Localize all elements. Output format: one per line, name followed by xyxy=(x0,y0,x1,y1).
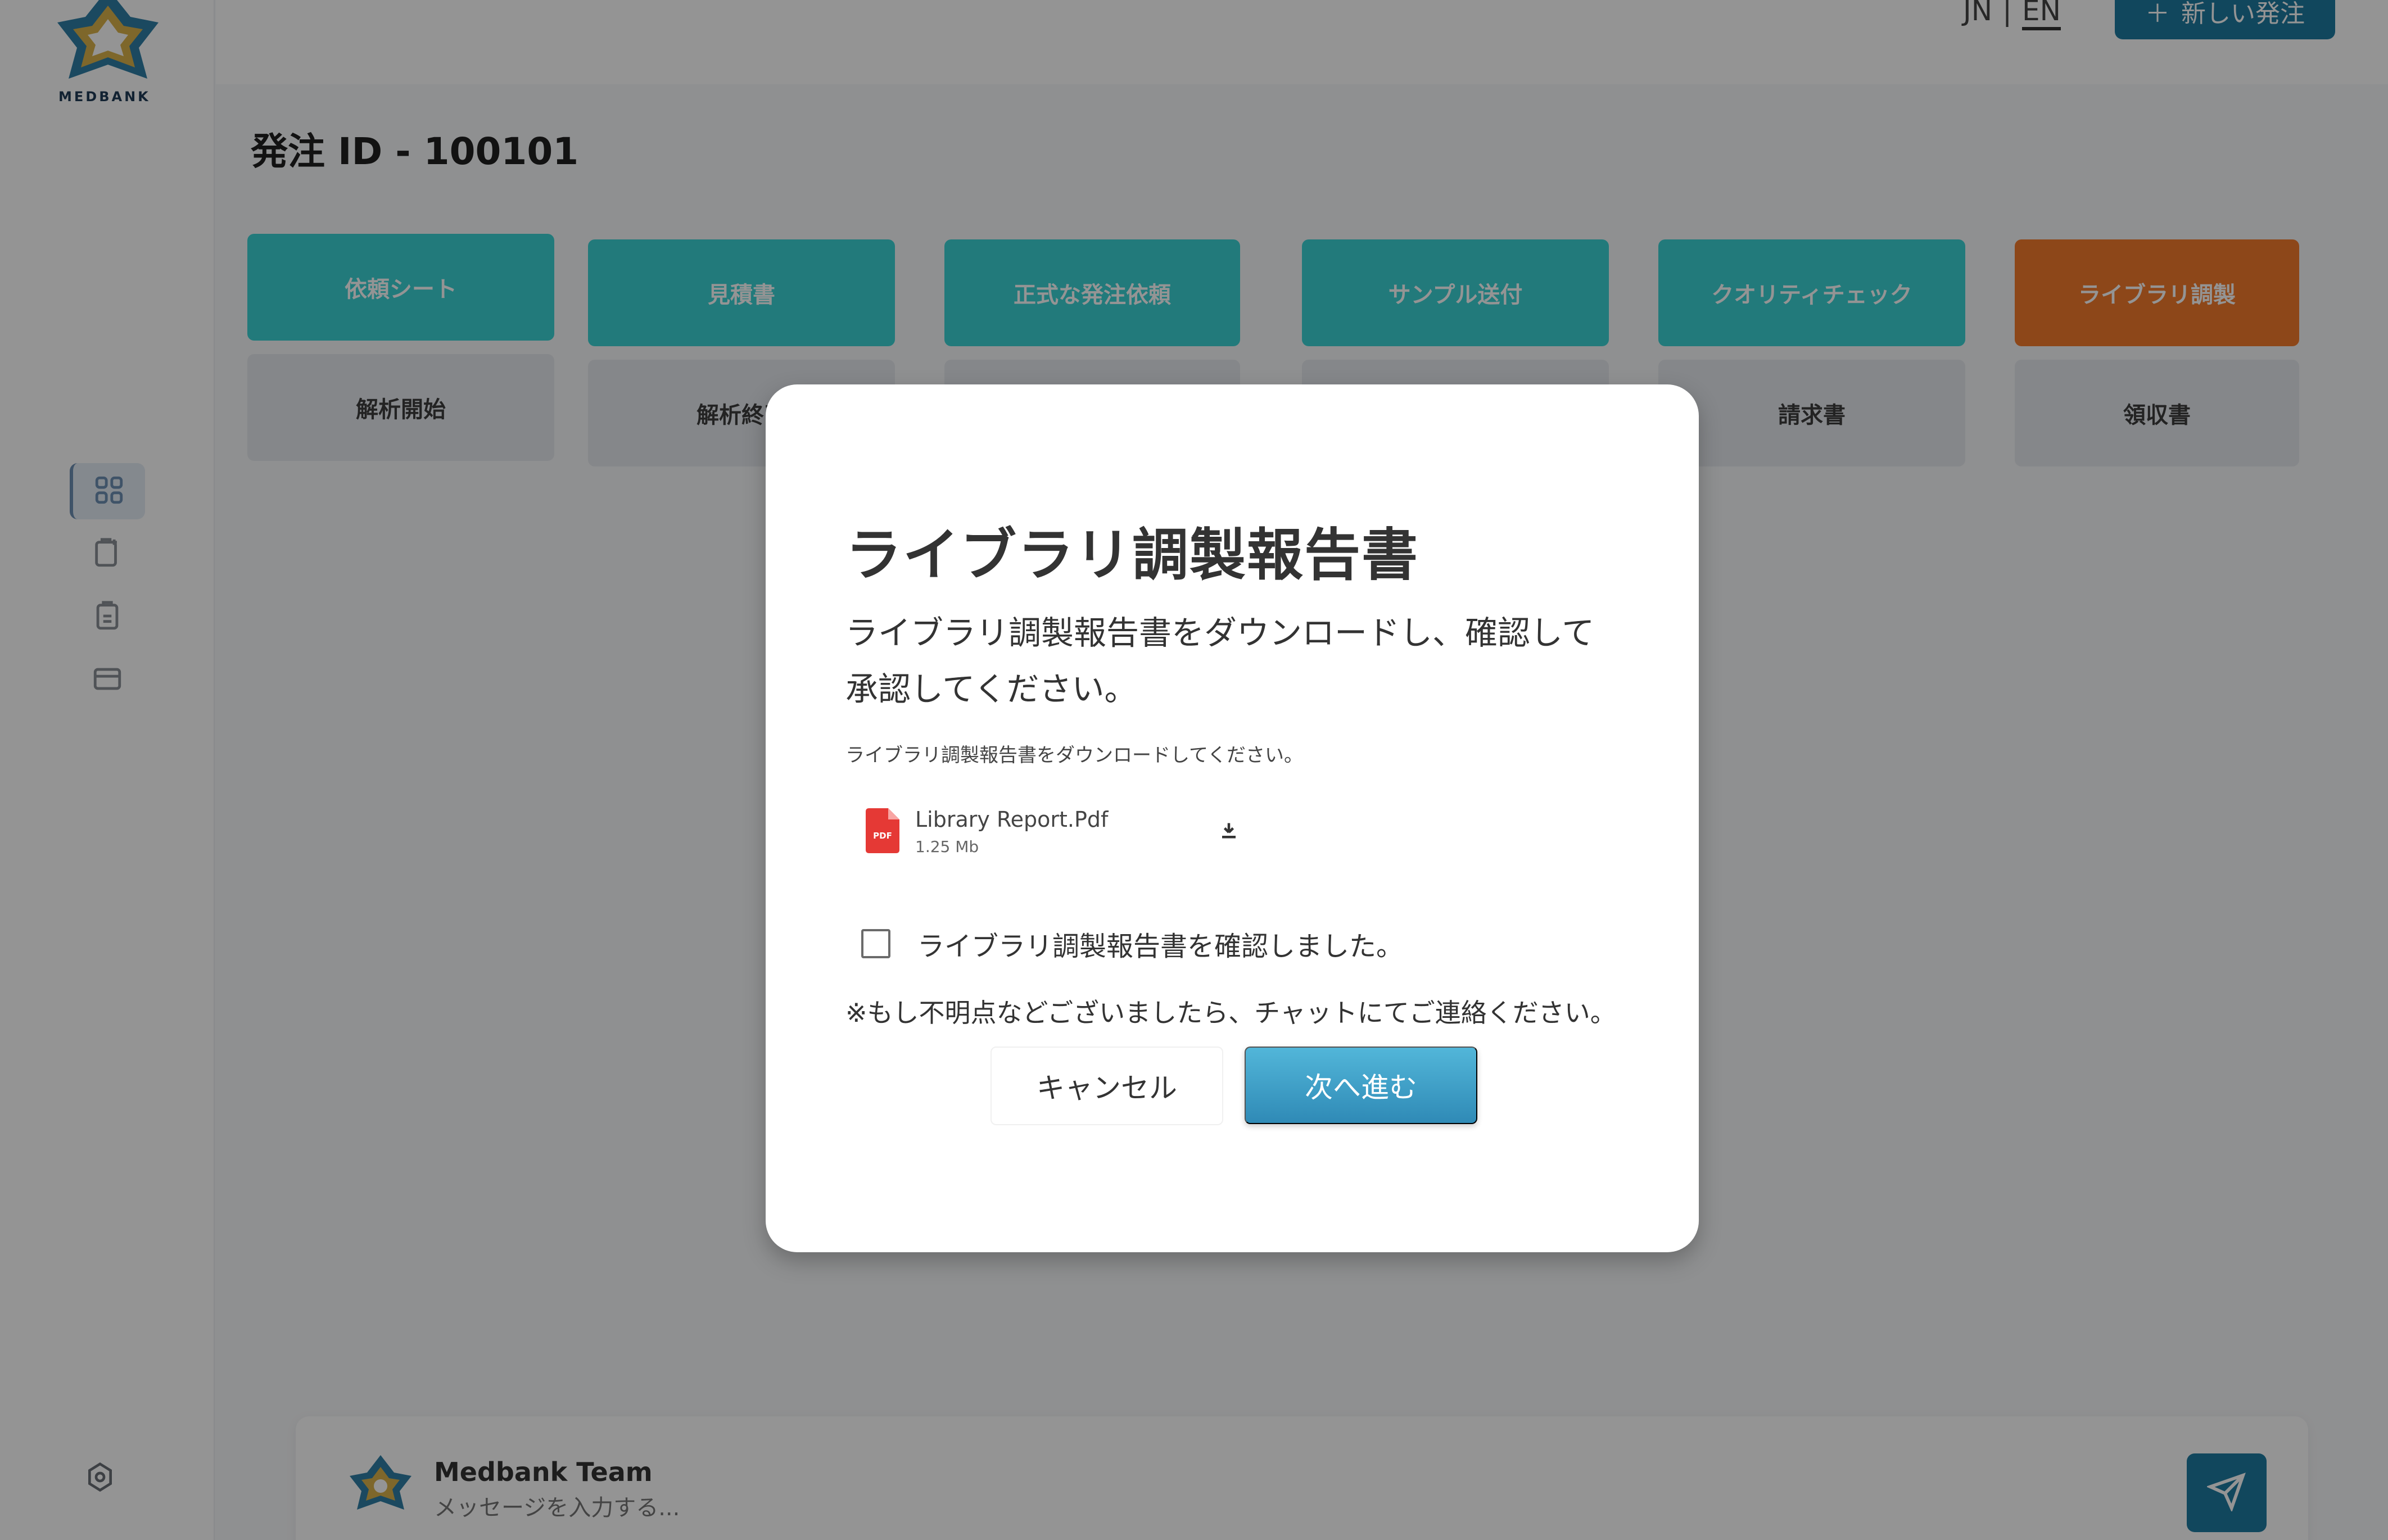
cancel-button[interactable]: キャンセル xyxy=(991,1047,1223,1125)
pdf-badge-text: PDF xyxy=(873,831,892,841)
confirm-label[interactable]: ライブラリ調製報告書を確認しました。 xyxy=(917,924,1403,963)
description-line: ライブラリ調製報告書をダウンロードし、確認して xyxy=(845,614,1595,652)
dialog-title: ライブラリ調製報告書 xyxy=(845,522,1419,588)
file-size: 1.25 Mb xyxy=(915,837,979,856)
contact-note: ※もし不明点などございましたら、チャットにてご連絡ください。 xyxy=(845,998,1616,1028)
dialog-description: ライブラリ調製報告書をダウンロードし、確認して 承認してください。 xyxy=(845,605,1632,717)
download-icon[interactable] xyxy=(1219,819,1239,842)
confirm-row: ライブラリ調製報告書を確認しました。 xyxy=(861,924,1403,963)
download-hint: ライブラリ調製報告書をダウンロードしてください。 xyxy=(845,744,1303,767)
library-report-dialog: ライブラリ調製報告書 ライブラリ調製報告書をダウンロードし、確認して 承認してく… xyxy=(766,384,1699,1252)
file-attachment[interactable]: PDF Library Report.Pdf 1.25 Mb xyxy=(866,800,1327,862)
confirm-checkbox[interactable] xyxy=(861,929,890,958)
description-line: 承認してください。 xyxy=(845,670,1137,708)
file-name: Library Report.Pdf xyxy=(915,807,1109,832)
next-button[interactable]: 次へ進む xyxy=(1245,1047,1477,1124)
pdf-icon: PDF xyxy=(866,808,899,853)
